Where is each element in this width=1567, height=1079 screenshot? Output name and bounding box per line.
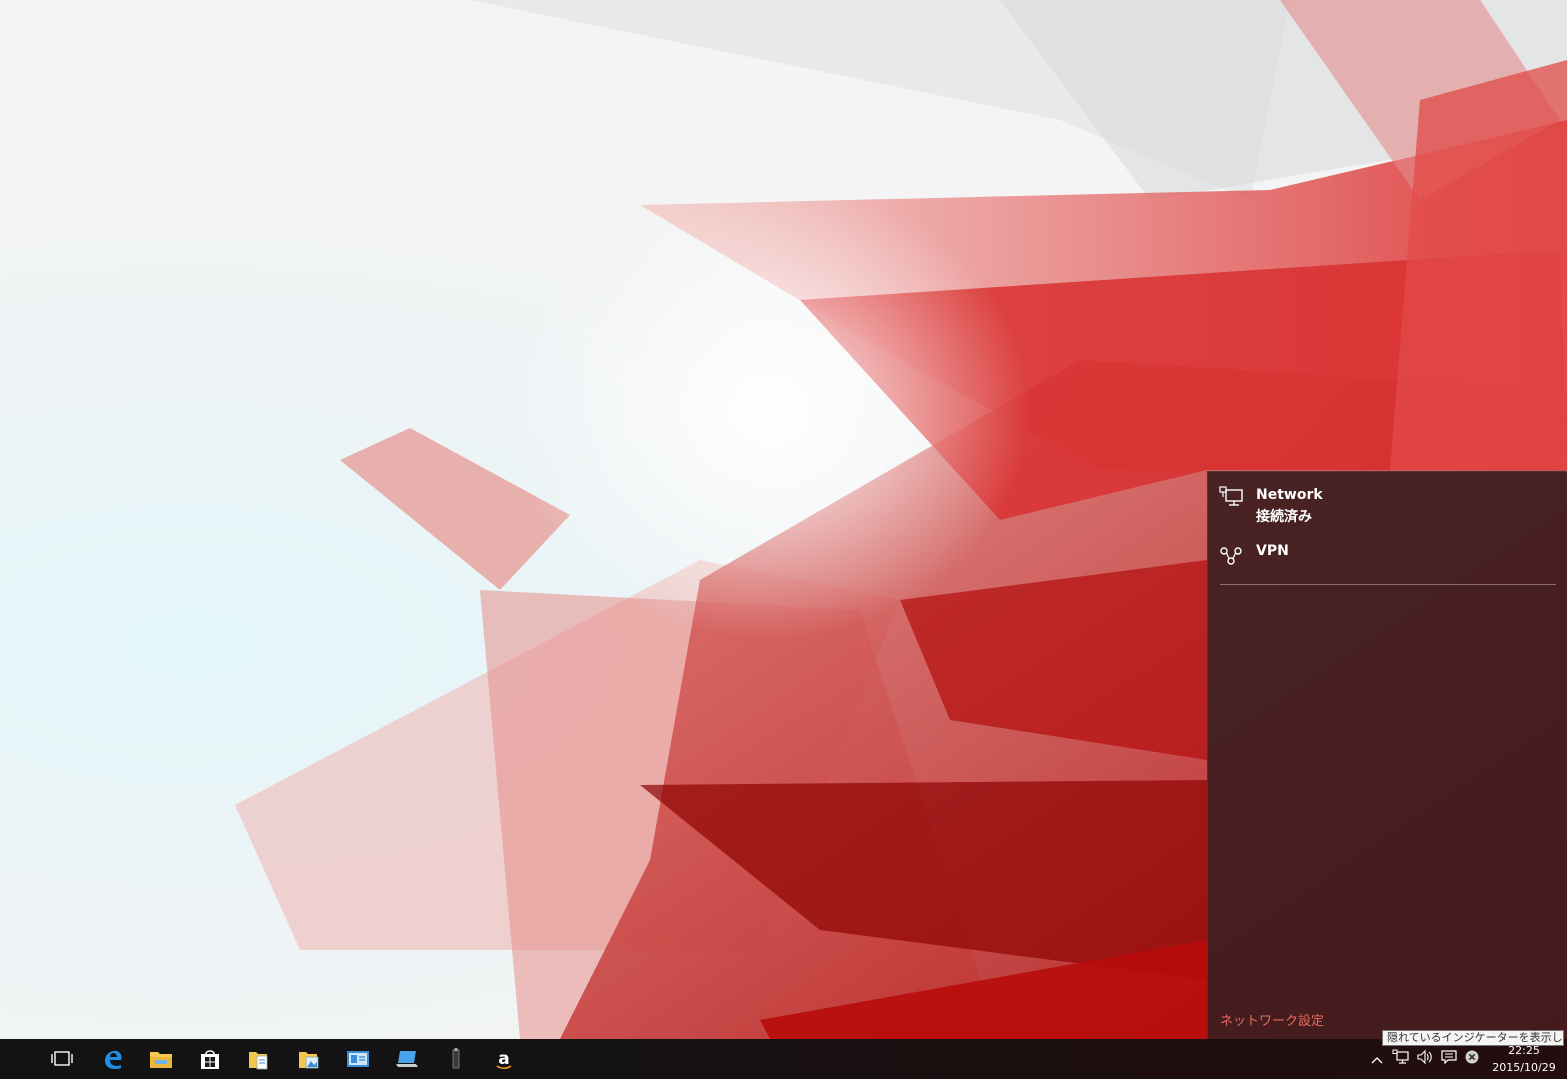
clock-button[interactable]: 22:25 2015/10/29 — [1486, 1041, 1562, 1077]
usb-drive-icon — [449, 1047, 463, 1071]
documents-button[interactable] — [235, 1039, 283, 1079]
device-app-button[interactable] — [432, 1039, 480, 1079]
clock-date: 2015/10/29 — [1492, 1061, 1556, 1074]
control-panel-button[interactable] — [334, 1039, 382, 1079]
speaker-icon — [1416, 1049, 1434, 1069]
pictures-button[interactable] — [285, 1039, 333, 1079]
task-view-icon — [50, 1049, 74, 1069]
laptop-icon — [394, 1048, 420, 1070]
documents-folder-icon — [247, 1047, 271, 1071]
svg-text:a: a — [498, 1049, 509, 1069]
control-panel-icon — [346, 1048, 370, 1070]
network-item-wired[interactable]: Network 接続済み — [1208, 478, 1567, 532]
folder-icon — [149, 1048, 173, 1070]
chevron-up-icon — [1371, 1050, 1383, 1069]
file-explorer-button[interactable] — [137, 1039, 185, 1079]
network-settings-link[interactable]: ネットワーク設定 — [1220, 1010, 1324, 1029]
pictures-folder-icon — [297, 1047, 321, 1071]
store-button[interactable] — [186, 1039, 234, 1079]
task-view-button[interactable] — [38, 1039, 86, 1079]
laptop-app-button[interactable] — [383, 1039, 431, 1079]
amazon-button[interactable]: a — [480, 1039, 528, 1079]
store-icon — [198, 1047, 222, 1071]
action-center-icon — [1440, 1049, 1458, 1069]
network-name: Network — [1256, 487, 1323, 503]
vpn-icon — [1218, 540, 1246, 568]
hidden-icons-tooltip: 隠れているインジケーターを表示します — [1382, 1030, 1564, 1046]
network-item-vpn[interactable]: VPN — [1208, 534, 1567, 588]
vpn-label: VPN — [1256, 543, 1289, 559]
taskbar: a 22:25 2015/10/29 — [0, 1039, 1567, 1079]
edge-icon — [101, 1047, 125, 1071]
flyout-divider — [1220, 584, 1556, 585]
edge-button[interactable] — [89, 1039, 137, 1079]
network-flyout: Network 接続済み VPN ネットワーク設定 — [1207, 471, 1567, 1039]
amazon-icon: a — [492, 1047, 516, 1071]
close-circle-icon — [1464, 1049, 1480, 1069]
network-status: 接続済み — [1256, 509, 1312, 525]
wired-network-icon — [1218, 484, 1246, 512]
wired-network-tray-icon — [1392, 1049, 1410, 1069]
